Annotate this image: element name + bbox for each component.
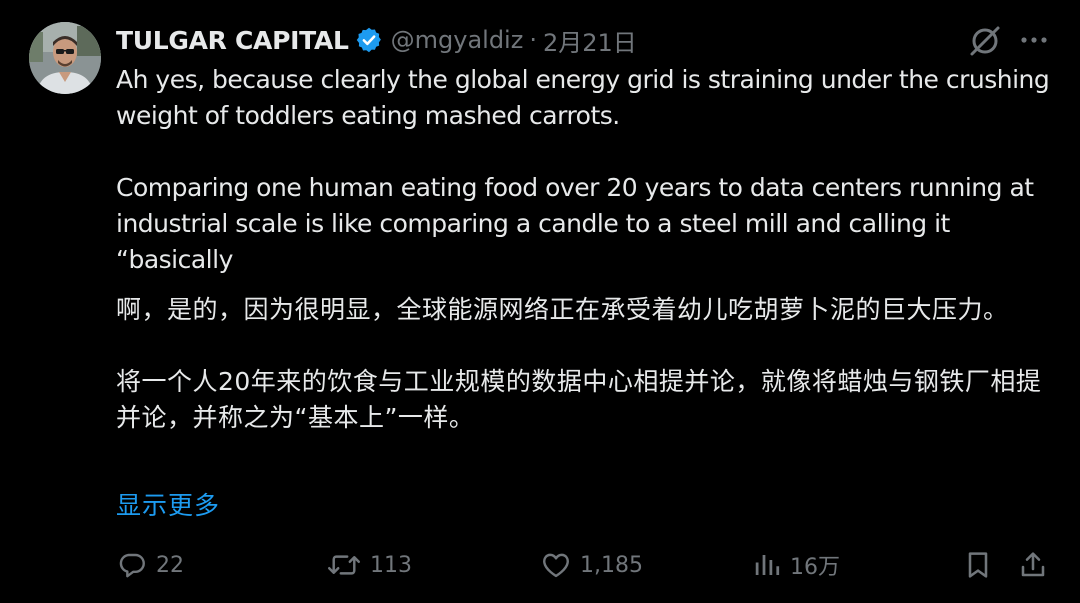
header-separator: · <box>529 26 537 54</box>
repost-button[interactable]: 113 <box>326 542 412 588</box>
share-button[interactable] <box>1017 542 1049 588</box>
tweet-header: TULGAR CAPITAL @mgyaldiz · 2月21日 <box>116 22 637 58</box>
tweet-text: Ah yes, because clearly the global energ… <box>116 62 1061 278</box>
repost-count: 113 <box>370 552 412 578</box>
views-button[interactable]: 16万 <box>752 542 840 588</box>
reply-button[interactable]: 22 <box>116 542 184 588</box>
bookmark-icon <box>962 549 994 581</box>
like-button[interactable]: 1,185 <box>540 542 643 588</box>
like-count: 1,185 <box>580 552 643 578</box>
avatar-photo <box>29 22 101 94</box>
like-icon <box>540 549 572 581</box>
more-icon[interactable] <box>1016 28 1052 52</box>
reply-count: 22 <box>156 552 184 578</box>
share-icon <box>1017 549 1049 581</box>
tweet[interactable]: TULGAR CAPITAL @mgyaldiz · 2月21日 Ah yes,… <box>0 0 1080 603</box>
show-more-link[interactable]: 显示更多 <box>116 488 220 524</box>
reply-icon <box>116 549 148 581</box>
views-count: 16万 <box>790 555 840 580</box>
translated-paragraph: 将一个人20年来的饮食与工业规模的数据中心相提并论，就像将蜡烛与钢铁厂相提并论，… <box>116 367 1042 432</box>
repost-icon <box>326 549 362 581</box>
action-bar: 22 113 1,185 16万 <box>0 542 1080 588</box>
translated-text: 啊，是的，因为很明显，全球能源网络正在承受着幼儿吃胡萝卜泥的巨大压力。 将一个人… <box>116 292 1061 436</box>
avatar[interactable] <box>29 22 101 94</box>
translated-paragraph: 啊，是的，因为很明显，全球能源网络正在承受着幼儿吃胡萝卜泥的巨大压力。 <box>116 295 1009 324</box>
tweet-paragraph: Comparing one human eating food over 20 … <box>116 173 1034 274</box>
tweet-date[interactable]: 2月21日 <box>543 23 637 58</box>
grok-icon[interactable] <box>966 22 1004 60</box>
verified-badge-icon <box>355 26 383 54</box>
views-icon <box>752 549 782 581</box>
tweet-paragraph: Ah yes, because clearly the global energ… <box>116 65 1050 130</box>
author-display-name[interactable]: TULGAR CAPITAL <box>116 26 349 55</box>
bookmark-button[interactable] <box>962 542 994 588</box>
author-handle[interactable]: @mgyaldiz <box>391 26 524 54</box>
